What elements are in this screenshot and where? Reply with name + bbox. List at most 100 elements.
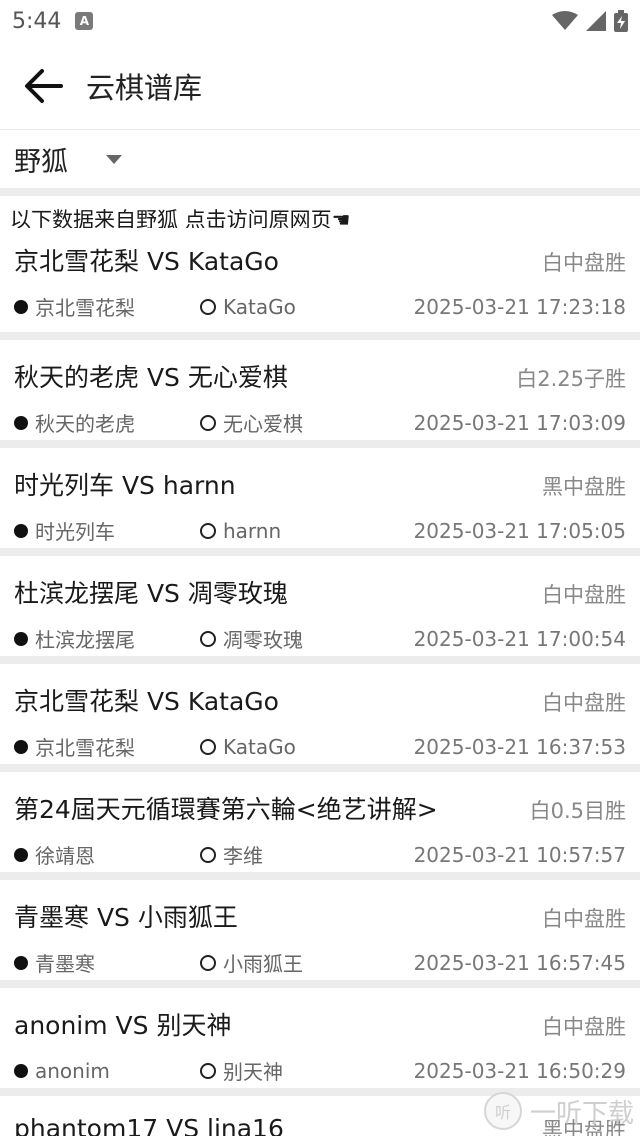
watermark: 听 一听下载 (480, 1086, 640, 1136)
game-time: 2025-03-21 17:03:09 (413, 410, 626, 435)
status-icons (552, 10, 628, 32)
back-button[interactable] (20, 63, 66, 109)
cell-signal-icon (586, 11, 606, 31)
black-player-name: 秋天的老虎 (35, 412, 135, 436)
white-stone-icon (200, 738, 216, 755)
black-player: anonim (14, 1059, 200, 1083)
black-stone-icon (14, 739, 28, 754)
white-stone-icon (200, 630, 216, 647)
screen: 5:44 A 云棋谱库 野狐 以下数据来自野狐 点击访问原网页☚ 京北雪花梨 V… (0, 0, 640, 1136)
white-player-name: 无心爱棋 (223, 412, 303, 436)
white-player-name: KataGo (223, 294, 296, 319)
black-stone-icon (14, 955, 28, 970)
black-player: 青墨寒 (14, 948, 200, 977)
white-stone-icon (200, 298, 216, 315)
black-stone-icon (14, 631, 28, 646)
battery-charging-icon (614, 10, 628, 32)
white-stone-icon (200, 846, 216, 863)
wifi-icon (552, 11, 578, 30)
game-card[interactable]: 京北雪花梨 VS KataGo 白中盘胜 京北雪花梨 KataGo 2025-0… (0, 664, 640, 764)
white-player-name: harnn (223, 518, 282, 543)
black-player-name: 徐靖恩 (35, 844, 95, 868)
black-player-name: 京北雪花梨 (35, 736, 135, 760)
black-player: 杜滨龙摆尾 (14, 624, 200, 653)
page-title: 云棋谱库 (86, 70, 203, 105)
divider (0, 332, 640, 340)
game-title: anonim VS 别天神 (14, 1011, 232, 1040)
white-player-name: 别天神 (223, 1060, 283, 1084)
divider (0, 188, 640, 196)
white-player-name: 李维 (223, 844, 263, 868)
game-list: 以下数据来自野狐 点击访问原网页☚ 京北雪花梨 VS KataGo 白中盘胜 京… (0, 196, 640, 1136)
divider (0, 440, 640, 448)
game-time: 2025-03-21 16:50:29 (413, 1058, 626, 1083)
source-filter-row: 野狐 (0, 130, 640, 188)
game-card[interactable]: 秋天的老虎 VS 无心爱棋 白2.25子胜 秋天的老虎 无心爱棋 2025-03… (0, 340, 640, 440)
game-title: 京北雪花梨 VS KataGo (14, 687, 279, 716)
game-time: 2025-03-21 16:57:45 (413, 950, 626, 975)
game-time: 2025-03-21 17:05:05 (413, 518, 626, 543)
game-title: 京北雪花梨 VS KataGo (14, 247, 279, 276)
game-title: phantom17 VS lina16 (14, 1114, 284, 1136)
white-player-name: 凋零玫瑰 (223, 628, 303, 652)
white-player: KataGo (200, 295, 296, 319)
black-player: 京北雪花梨 (14, 732, 200, 761)
arrow-left-icon (25, 68, 63, 103)
game-time: 2025-03-21 17:23:18 (413, 294, 626, 319)
watermark-text: 一听下载 (529, 1098, 634, 1129)
game-result: 白中盘胜 (542, 691, 626, 715)
game-title: 时光列车 VS harnn (14, 471, 236, 500)
game-card[interactable]: 第24屆天元循環賽第六輪<绝艺讲解> 白0.5目胜 徐靖恩 李维 2025-03… (0, 772, 640, 872)
white-player: 李维 (200, 840, 263, 869)
black-player: 时光列车 (14, 516, 200, 545)
game-result: 白中盘胜 (542, 907, 626, 931)
source-notice-link[interactable]: 以下数据来自野狐 点击访问原网页☚ (0, 196, 640, 232)
game-result: 白中盘胜 (542, 583, 626, 607)
game-card[interactable]: 青墨寒 VS 小雨狐王 白中盘胜 青墨寒 小雨狐王 2025-03-21 16:… (0, 880, 640, 980)
white-player: 无心爱棋 (200, 408, 303, 437)
white-player: 凋零玫瑰 (200, 624, 303, 653)
notification-app-icon: A (75, 12, 94, 30)
game-card[interactable]: anonim VS 别天神 白中盘胜 anonim 别天神 2025-03-21… (0, 988, 640, 1088)
black-player-name: 时光列车 (35, 520, 115, 544)
game-result: 白0.5目胜 (529, 799, 626, 823)
game-title: 第24屆天元循環賽第六輪<绝艺讲解> (14, 795, 438, 824)
black-player: 徐靖恩 (14, 840, 200, 869)
black-stone-icon (14, 523, 28, 538)
black-player: 京北雪花梨 (14, 292, 200, 321)
game-result: 白2.25子胜 (516, 367, 626, 391)
game-card[interactable]: 杜滨龙摆尾 VS 凋零玫瑰 白中盘胜 杜滨龙摆尾 凋零玫瑰 2025-03-21… (0, 556, 640, 656)
source-dropdown[interactable]: 野狐 (14, 140, 122, 179)
app-bar: 云棋谱库 (0, 42, 640, 130)
divider (0, 548, 640, 556)
game-title: 秋天的老虎 VS 无心爱棋 (14, 363, 288, 392)
dropdown-arrow-icon (106, 154, 122, 164)
white-stone-icon (200, 1062, 216, 1079)
game-title: 杜滨龙摆尾 VS 凋零玫瑰 (14, 579, 288, 608)
status-bar: 5:44 A (0, 0, 640, 42)
white-stone-icon (200, 522, 216, 539)
black-player-name: 京北雪花梨 (35, 296, 135, 320)
black-stone-icon (14, 1063, 28, 1078)
white-player-name: KataGo (223, 734, 296, 759)
white-player: 小雨狐王 (200, 948, 303, 977)
divider (0, 872, 640, 880)
game-result: 白中盘胜 (542, 1015, 626, 1039)
white-player: 别天神 (200, 1056, 283, 1085)
game-title: 青墨寒 VS 小雨狐王 (14, 903, 238, 932)
game-card[interactable]: 时光列车 VS harnn 黑中盘胜 时光列车 harnn 2025-03-21… (0, 448, 640, 548)
divider (0, 980, 640, 988)
source-dropdown-value: 野狐 (14, 146, 68, 178)
watermark-logo-icon: 听 (483, 1092, 522, 1130)
black-stone-icon (14, 847, 28, 862)
white-stone-icon (200, 414, 216, 431)
game-time: 2025-03-21 16:37:53 (413, 734, 626, 759)
game-card[interactable]: 京北雪花梨 VS KataGo 白中盘胜 京北雪花梨 KataGo 2025-0… (0, 228, 640, 332)
white-player: KataGo (200, 735, 296, 759)
white-player: harnn (200, 519, 281, 543)
white-stone-icon (200, 954, 216, 971)
black-player: 秋天的老虎 (14, 408, 200, 437)
black-stone-icon (14, 415, 28, 430)
black-stone-icon (14, 299, 28, 314)
divider (0, 656, 640, 664)
